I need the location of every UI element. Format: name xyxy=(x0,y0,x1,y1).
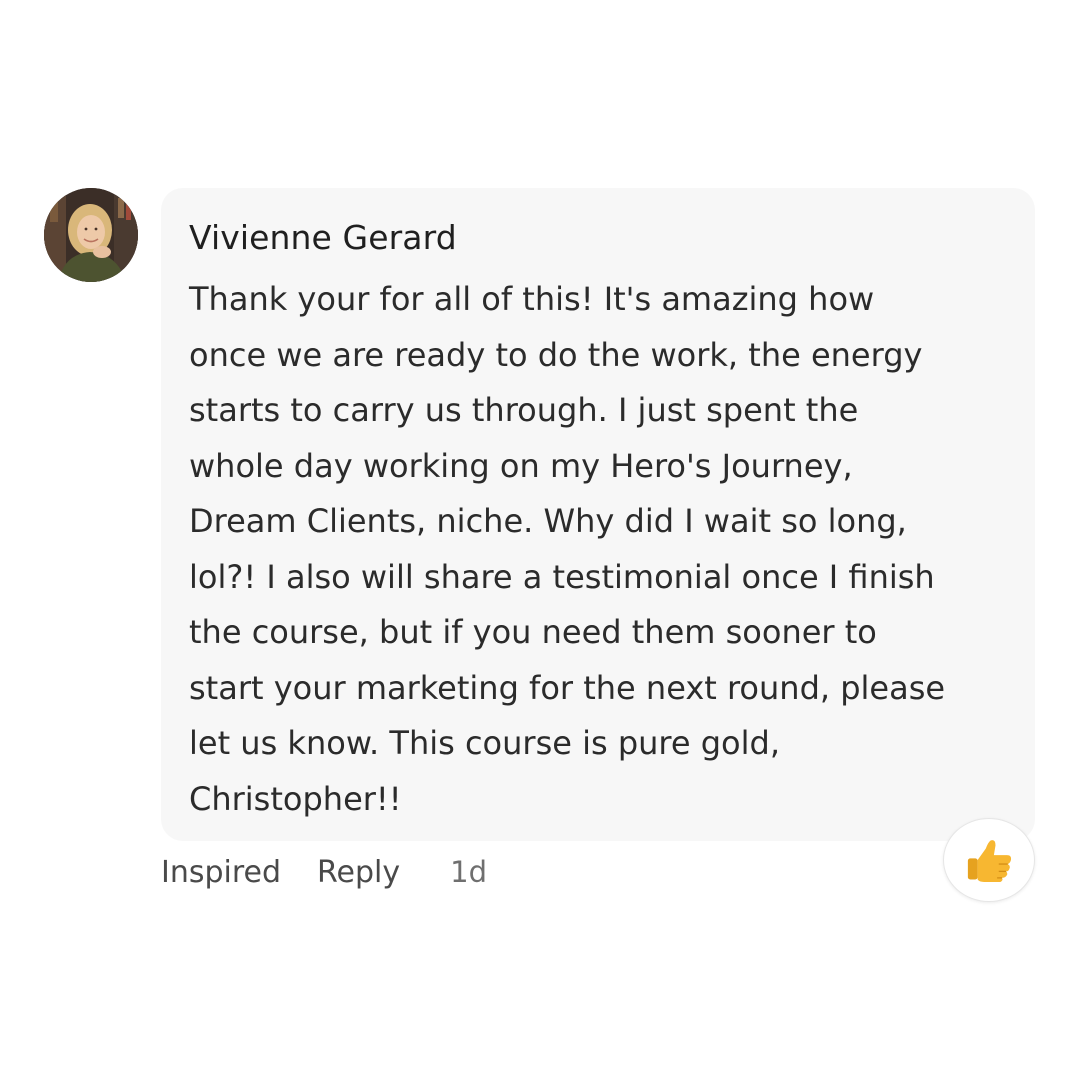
reaction-badge[interactable] xyxy=(943,818,1035,902)
comment-text: Thank your for all of this! It's amazing… xyxy=(189,272,1019,827)
thumbs-up-icon xyxy=(967,840,1012,882)
comment-text-line: lol?! I also will share a testimonial on… xyxy=(189,557,935,596)
comment-actions: Inspired Reply 1d xyxy=(161,850,487,894)
comment-text-line: start your marketing for the next round,… xyxy=(189,668,946,707)
comment-author[interactable]: Vivienne Gerard xyxy=(189,218,457,257)
comment-text-line: let us know. This course is pure gold, xyxy=(189,724,780,762)
comment-text-line: once we are ready to do the work, the en… xyxy=(189,335,923,374)
comment-timestamp: 1d xyxy=(450,855,487,889)
reaction-button[interactable]: Inspired xyxy=(161,855,281,890)
comment-text-line: whole day working on my Hero's Journey, xyxy=(189,446,853,485)
comment-bubble: Vivienne Gerard Thank your for all of th… xyxy=(161,188,1035,841)
reply-button[interactable]: Reply xyxy=(317,855,400,890)
comment-text-line: Thank your for all of this! It's amazing… xyxy=(189,280,875,318)
avatar[interactable] xyxy=(44,188,138,282)
comment-text-line: starts to carry us through. I just spent… xyxy=(189,391,859,429)
comment-text-line: Dream Clients, niche. Why did I wait so … xyxy=(189,502,907,540)
avatar-photo xyxy=(44,188,138,282)
comment-text-line: Christopher!! xyxy=(189,779,402,818)
comment-text-line: the course, but if you need them sooner … xyxy=(189,613,877,651)
